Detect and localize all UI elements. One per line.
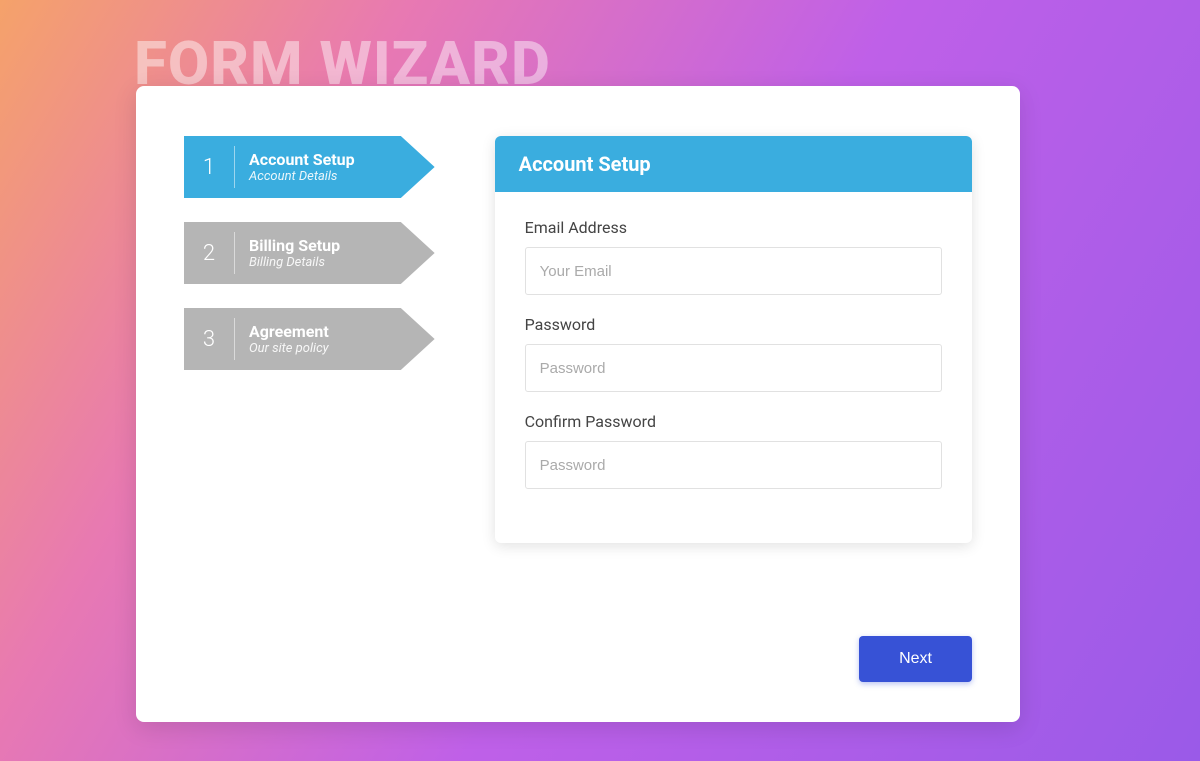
step-number: 2: [184, 241, 234, 266]
step-subtitle: Account Details: [249, 169, 355, 184]
email-field[interactable]: [525, 247, 942, 295]
step-title: Billing Setup: [249, 236, 340, 255]
step-subtitle: Billing Details: [249, 255, 340, 270]
password-field[interactable]: [525, 344, 942, 392]
password-label: Password: [525, 315, 942, 334]
step-title: Account Setup: [249, 150, 355, 169]
form-header: Account Setup: [495, 136, 972, 192]
next-button[interactable]: Next: [859, 636, 972, 682]
confirm-password-field[interactable]: [525, 441, 942, 489]
step-number: 3: [184, 327, 234, 352]
wizard-steps: 1 Account Setup Account Details 2 Billin…: [184, 136, 435, 543]
step-agreement[interactable]: 3 Agreement Our site policy: [184, 308, 435, 370]
step-account-setup[interactable]: 1 Account Setup Account Details: [184, 136, 435, 198]
email-label: Email Address: [525, 218, 942, 237]
step-billing-setup[interactable]: 2 Billing Setup Billing Details: [184, 222, 435, 284]
step-number: 1: [184, 155, 234, 180]
step-title: Agreement: [249, 322, 329, 341]
confirm-password-label: Confirm Password: [525, 412, 942, 431]
step-subtitle: Our site policy: [249, 341, 329, 356]
form-panel: Account Setup Email Address Password Con…: [495, 136, 972, 543]
wizard-card: 1 Account Setup Account Details 2 Billin…: [136, 86, 1020, 722]
